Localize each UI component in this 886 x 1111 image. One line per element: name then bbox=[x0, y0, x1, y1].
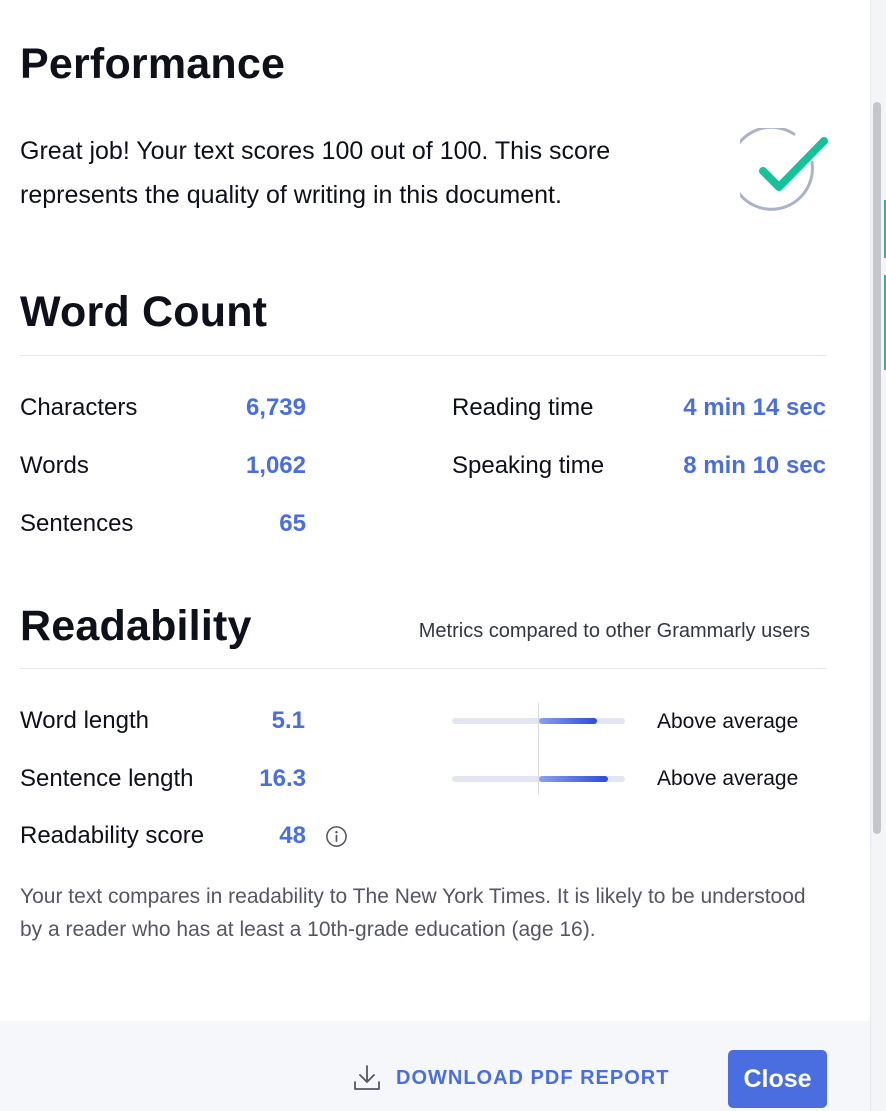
average-marker bbox=[538, 703, 539, 795]
divider bbox=[20, 668, 826, 669]
scrollbar-thumb[interactable] bbox=[873, 102, 881, 834]
close-button[interactable]: Close bbox=[728, 1050, 827, 1108]
readability-note: Your text compares in readability to The… bbox=[20, 885, 806, 941]
performance-summary: Great job! Your text scores 100 out of 1… bbox=[20, 137, 611, 209]
check-circle-icon bbox=[740, 128, 828, 211]
speaking-time-label: Speaking time bbox=[452, 452, 605, 479]
speaking-time-value: 8 min 10 sec bbox=[683, 452, 826, 479]
reading-time-label: Reading time bbox=[452, 394, 594, 421]
sentence-length-comparison: Above average bbox=[657, 767, 799, 790]
sentence-length-label: Sentence length bbox=[20, 765, 194, 792]
download-icon[interactable] bbox=[352, 1063, 382, 1093]
words-value: 1,062 bbox=[245, 452, 306, 479]
readability-score-label: Readability score bbox=[20, 822, 205, 849]
readability-score-value: 48 bbox=[279, 822, 306, 849]
words-label: Words bbox=[20, 452, 89, 479]
sentences-label: Sentences bbox=[20, 510, 134, 537]
divider bbox=[20, 355, 826, 356]
performance-dialog: Performance Great job! Your text scores … bbox=[0, 0, 870, 1111]
word-count-title: Word Count bbox=[20, 288, 268, 336]
info-icon[interactable] bbox=[325, 825, 348, 848]
sentence-length-bar-fill bbox=[538, 776, 608, 782]
characters-value: 6,739 bbox=[245, 394, 306, 421]
sentence-length-value: 16.3 bbox=[259, 765, 306, 792]
readability-title: Readability bbox=[20, 602, 252, 650]
readability-subtitle: Metrics compared to other Grammarly user… bbox=[418, 620, 810, 642]
reading-time-value: 4 min 14 sec bbox=[683, 394, 826, 421]
performance-title: Performance bbox=[20, 40, 286, 88]
word-length-label: Word length bbox=[20, 707, 149, 734]
word-length-comparison: Above average bbox=[657, 710, 799, 733]
sentences-value: 65 bbox=[279, 510, 306, 537]
word-length-bar-fill bbox=[538, 718, 598, 724]
characters-label: Characters bbox=[20, 394, 138, 421]
download-pdf-report-link[interactable]: DOWNLOAD PDF REPORT bbox=[396, 1067, 669, 1090]
word-length-value: 5.1 bbox=[271, 707, 305, 734]
